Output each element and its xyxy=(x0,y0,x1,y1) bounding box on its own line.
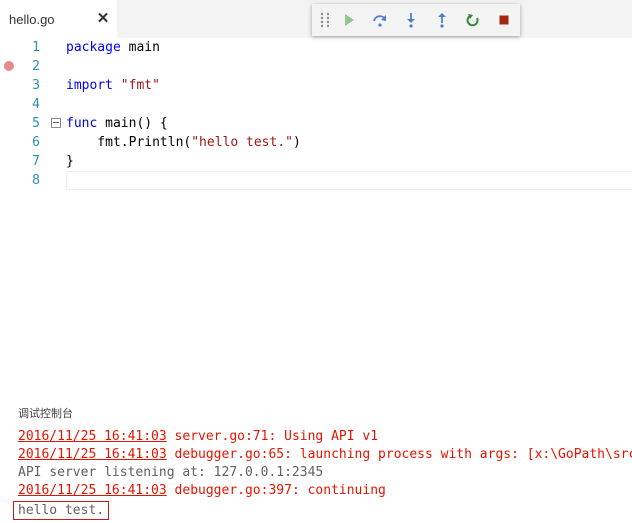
code-line: 1 package main xyxy=(0,38,632,57)
console-line: 2016/11/25 16:41:03 debugger.go:65: laun… xyxy=(18,446,632,464)
code-line: 2 xyxy=(0,57,632,76)
code-token: fmt.Println( xyxy=(66,135,192,150)
line-number: 1 xyxy=(32,40,40,55)
step-out-icon xyxy=(438,13,447,28)
console-line: 2016/11/25 16:41:03 server.go:71: Using … xyxy=(18,428,378,446)
code-text: fmt.Println("hello test.") xyxy=(66,133,301,152)
step-over-button[interactable] xyxy=(365,4,396,36)
code-token: import xyxy=(66,78,113,93)
code-token: ) xyxy=(292,135,301,150)
console-date: 2016/11/25 16:41:03 xyxy=(18,429,167,444)
restart-icon xyxy=(466,14,479,27)
console-line: 2016/11/25 16:41:03 debugger.go:397: con… xyxy=(18,482,386,500)
line-number: 7 xyxy=(32,154,40,169)
stop-icon xyxy=(499,15,509,25)
code-token: "fmt" xyxy=(120,78,160,93)
console-title: 调试控制台 xyxy=(18,408,73,420)
console-line: API server listening at: 127.0.0.1:2345 xyxy=(18,464,323,482)
debug-console: 调试控制台 2016/11/25 16:41:03 server.go:71: … xyxy=(0,398,632,523)
program-output: hello test. xyxy=(13,501,110,520)
code-line: 3 import "fmt" xyxy=(0,76,632,95)
code-token: package xyxy=(66,40,121,55)
code-token: "hello test." xyxy=(191,135,293,150)
line-number: 2 xyxy=(32,59,40,74)
code-line: 6 fmt.Println("hello test.") xyxy=(0,133,632,152)
step-into-button[interactable] xyxy=(396,4,427,36)
step-into-icon xyxy=(407,13,416,28)
code-line: 5 func main() { xyxy=(0,114,632,133)
code-text: package main xyxy=(66,38,160,57)
step-over-icon xyxy=(373,15,387,27)
line-number: 3 xyxy=(32,78,40,93)
console-text: debugger.go:65: launching process with a… xyxy=(166,447,632,462)
fold-icon[interactable] xyxy=(51,118,61,128)
code-token: func xyxy=(66,116,98,131)
code-line: 7 } xyxy=(0,152,632,171)
code-editor[interactable]: 1 package main 2 3 import "fmt" 4 5 func… xyxy=(0,38,632,398)
console-date: 2016/11/25 16:41:03 xyxy=(18,447,167,462)
code-text: func main() { xyxy=(66,114,168,133)
line-number: 4 xyxy=(32,97,40,112)
code-text: } xyxy=(66,152,74,171)
console-date: 2016/11/25 16:41:03 xyxy=(18,483,167,498)
console-text: server.go:71: Using API v1 xyxy=(166,429,379,444)
console-text: debugger.go:397: continuing xyxy=(166,483,386,498)
code-line: 4 xyxy=(0,95,632,114)
play-icon xyxy=(345,14,355,26)
current-line-highlight xyxy=(66,171,632,190)
drag-handle-icon[interactable] xyxy=(316,4,333,36)
tab-label: hello.go xyxy=(9,11,55,27)
line-number: 6 xyxy=(32,135,40,150)
tab-hello-go[interactable]: hello.go ✕ xyxy=(0,0,117,38)
code-token: } xyxy=(66,154,74,169)
code-token: main xyxy=(120,40,160,55)
line-number: 5 xyxy=(32,116,40,131)
code-text: import "fmt" xyxy=(66,76,160,95)
continue-button[interactable] xyxy=(333,4,364,36)
step-out-button[interactable] xyxy=(427,4,458,36)
code-token: main() { xyxy=(97,116,168,131)
console-text: API server listening at: 127.0.0.1:2345 xyxy=(18,465,324,480)
stop-button[interactable] xyxy=(489,4,520,36)
line-number: 8 xyxy=(32,173,40,188)
close-icon[interactable]: ✕ xyxy=(95,11,111,27)
code-line: 8 xyxy=(0,171,632,190)
debug-toolbar xyxy=(312,4,520,36)
restart-button[interactable] xyxy=(458,4,489,36)
tab-bar: hello.go ✕ xyxy=(0,0,632,38)
